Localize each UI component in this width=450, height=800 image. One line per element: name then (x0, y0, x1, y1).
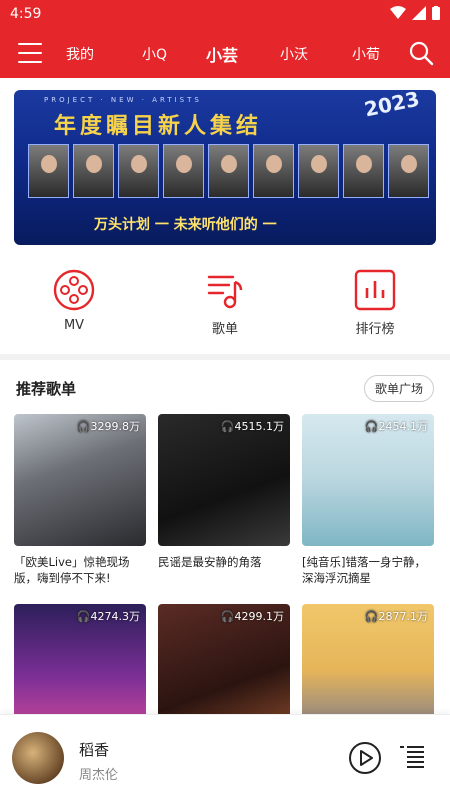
play-count: 🎧3299.8万 (76, 420, 140, 433)
play-count: 🎧4299.1万 (220, 610, 284, 623)
artist-photo (28, 144, 69, 198)
play-count: 🎧4515.1万 (220, 420, 284, 433)
artist-photo (388, 144, 429, 198)
banner-title: 年度瞩目新人集结 (54, 114, 263, 139)
playlist-cover: 🎧3299.8万 (14, 414, 146, 546)
play-count: 🎧2454.1万 (364, 420, 428, 433)
artist-photo (343, 144, 384, 198)
shortcut-playlist[interactable]: 歌单 (190, 268, 260, 337)
album-art[interactable] (12, 732, 64, 784)
play-count: 🎧4274.3万 (76, 610, 140, 623)
artist-name: 周杰伦 (79, 768, 119, 783)
playlist-title: 民谣是最安静的角落 (158, 555, 262, 569)
playlist-card[interactable]: 🎧4515.1万 民谣是最安静的角落 (158, 414, 290, 586)
playlist-card[interactable]: 🎧3299.8万 「欧美Live」惊艳现场版，嗨到停不下来! (14, 414, 146, 586)
promo-banner[interactable]: PROJECT · NEW · ARTISTS 2023 年度瞩目新人集结 万头… (14, 90, 436, 245)
play-count: 🎧2877.1万 (364, 610, 428, 623)
tab-xiaowo[interactable]: 小沃 (280, 44, 308, 64)
film-reel-icon (53, 269, 95, 311)
signal-icon (412, 6, 426, 20)
battery-icon (432, 6, 440, 20)
artist-photo (253, 144, 294, 198)
playlist-square-button[interactable]: 歌单广场 (363, 375, 434, 402)
playlist-title: [纯音乐]错落一身宁静，深海浮沉摘星 (302, 555, 426, 585)
playlist-card[interactable]: 🎧2454.1万 [纯音乐]错落一身宁静，深海浮沉摘星 (302, 414, 434, 586)
shortcut-label: 排行榜 (355, 322, 395, 337)
tab-mine[interactable]: 我的 (66, 44, 94, 64)
status-time: 4:59 (10, 6, 42, 22)
tab-xiaoxun[interactable]: 小荀 (352, 44, 380, 64)
tab-xiaoyun[interactable]: 小芸 (206, 42, 238, 66)
shortcut-label: 歌单 (211, 322, 238, 337)
playlist-queue-icon[interactable] (400, 745, 424, 771)
artist-photo (73, 144, 114, 198)
tab-xiaoq[interactable]: 小Q (142, 44, 167, 64)
shortcut-label: MV (63, 318, 85, 333)
mini-player[interactable]: 稻香 周杰伦 (0, 714, 450, 800)
status-bar: 4:59 (0, 0, 450, 28)
status-icons (390, 6, 440, 20)
artist-photo (163, 144, 204, 198)
banner-year: 2023 (362, 90, 422, 122)
artist-photo (298, 144, 339, 198)
shortcut-charts[interactable]: 排行榜 (340, 268, 410, 337)
banner-artist-photos (28, 144, 429, 198)
shortcut-row: MV 歌单 排行榜 (0, 268, 450, 348)
banner-top-text: PROJECT · NEW · ARTISTS (44, 96, 202, 104)
shortcut-mv[interactable]: MV (39, 268, 109, 333)
wifi-icon (390, 6, 406, 19)
section-divider (0, 354, 450, 360)
song-title: 稻香 (79, 741, 110, 759)
top-nav: 我的 小Q 小芸 小沃 小荀 (0, 28, 450, 78)
menu-icon[interactable] (18, 43, 42, 63)
playlist-music-icon (207, 275, 243, 309)
artist-photo (208, 144, 249, 198)
search-icon[interactable] (408, 40, 434, 66)
playlist-cover: 🎧2454.1万 (302, 414, 434, 546)
banner-slogan: 万头计划 一 未来听他们的 一 (94, 217, 277, 233)
artist-photo (118, 144, 159, 198)
play-icon[interactable] (348, 741, 382, 775)
playlist-cover: 🎧4515.1万 (158, 414, 290, 546)
playlist-title: 「欧美Live」惊艳现场版，嗨到停不下来! (14, 555, 130, 585)
chart-bars-icon (354, 269, 396, 311)
section-title: 推荐歌单 (16, 380, 77, 398)
